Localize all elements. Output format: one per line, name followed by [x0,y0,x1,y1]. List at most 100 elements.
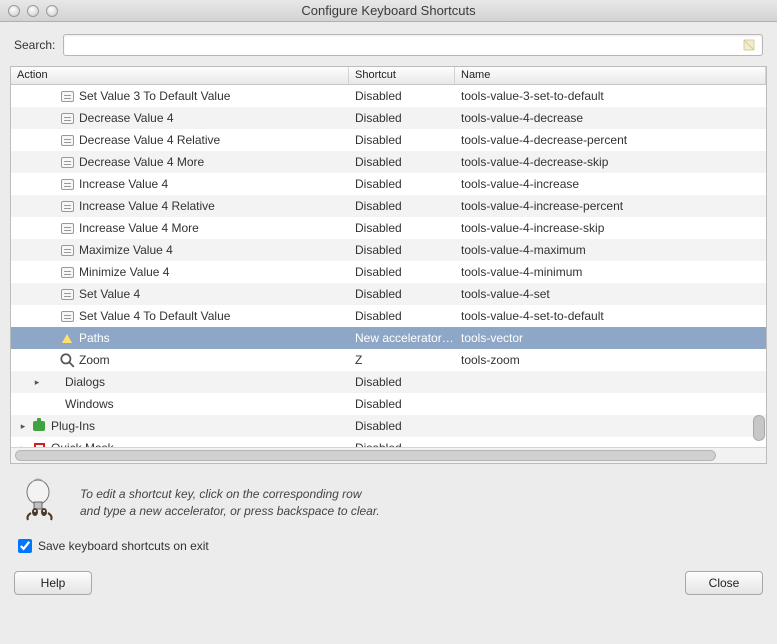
action-label: Dialogs [65,375,105,389]
table-row[interactable]: Decrease Value 4Disabledtools-value-4-de… [11,107,766,129]
cell-shortcut[interactable]: Disabled [349,111,455,125]
titlebar: Configure Keyboard Shortcuts [0,0,777,22]
save-row: Save keyboard shortcuts on exit [0,533,777,565]
table-row[interactable]: ZoomZtools-zoom [11,349,766,371]
cell-action[interactable]: Maximize Value 4 [11,242,349,258]
action-label: Decrease Value 4 [79,111,174,125]
action-label: Increase Value 4 More [79,221,199,235]
cell-action[interactable]: Windows [11,396,349,412]
action-label: Increase Value 4 [79,177,168,191]
cell-shortcut[interactable]: New accelerator… [349,331,455,345]
cell-action[interactable]: Decrease Value 4 More [11,154,349,170]
cell-action[interactable]: Set Value 4 [11,286,349,302]
cell-shortcut[interactable]: Disabled [349,243,455,257]
table-row[interactable]: Windows Disabled [11,393,766,415]
blank-icon [45,374,61,390]
cell-action[interactable]: Minimize Value 4 [11,264,349,280]
action-label: Windows [65,397,114,411]
horizontal-scroll-thumb[interactable] [15,450,716,461]
table-row[interactable]: ▸Quick MaskDisabled [11,437,766,447]
action-label: Decrease Value 4 More [79,155,204,169]
cell-action[interactable]: Set Value 3 To Default Value [11,88,349,104]
cell-action[interactable]: Decrease Value 4 [11,110,349,126]
table-row[interactable]: Minimize Value 4Disabledtools-value-4-mi… [11,261,766,283]
table-body[interactable]: Set Value 3 To Default ValueDisabledtool… [11,85,766,447]
cell-action[interactable]: ▸Quick Mask [11,440,349,447]
cell-action[interactable]: ▸Plug-Ins [11,418,349,434]
table-row[interactable]: ▸ Dialogs Disabled [11,371,766,393]
cell-shortcut[interactable]: Z [349,353,455,367]
save-on-exit-checkbox[interactable] [18,539,32,553]
clear-search-icon[interactable] [743,38,757,52]
cell-shortcut[interactable]: Disabled [349,221,455,235]
column-header-name[interactable]: Name [455,67,766,84]
action-label: Set Value 4 To Default Value [79,309,230,323]
cell-shortcut[interactable]: Disabled [349,177,455,191]
keyboard-icon [59,132,75,148]
vertical-scrollbar[interactable] [752,85,766,447]
action-label: Maximize Value 4 [79,243,173,257]
horizontal-scrollbar[interactable] [11,447,766,463]
minimize-window-icon[interactable] [27,5,39,17]
vertical-scroll-thumb[interactable] [753,415,765,441]
save-on-exit-label[interactable]: Save keyboard shortcuts on exit [38,539,209,553]
quick-mask-icon [31,440,47,447]
cell-shortcut[interactable]: Disabled [349,397,455,411]
table-row[interactable]: Set Value 3 To Default ValueDisabledtool… [11,85,766,107]
cell-shortcut[interactable]: Disabled [349,309,455,323]
cell-name: tools-value-4-decrease-percent [455,133,766,147]
cell-shortcut[interactable]: Disabled [349,265,455,279]
table-row[interactable]: Set Value 4 Disabledtools-value-4-set [11,283,766,305]
column-header-action[interactable]: Action [11,67,349,84]
table-row[interactable]: Decrease Value 4 MoreDisabledtools-value… [11,151,766,173]
column-header-shortcut[interactable]: Shortcut [349,67,455,84]
cell-name: tools-value-4-set [455,287,766,301]
action-label: Set Value 4 [79,287,140,301]
search-input[interactable] [63,34,763,56]
cell-shortcut[interactable]: Disabled [349,155,455,169]
table-row[interactable]: Increase Value 4 More Disabledtools-value… [11,217,766,239]
cell-action[interactable]: Increase Value 4 Relative [11,198,349,214]
cell-action[interactable]: Decrease Value 4 Relative [11,132,349,148]
expander-icon[interactable]: ▸ [31,377,43,388]
zoom-window-icon[interactable] [46,5,58,17]
action-label: Minimize Value 4 [79,265,169,279]
table-header: Action Shortcut Name [11,67,766,85]
cell-action[interactable]: ▸ Dialogs [11,374,349,390]
hint-row: To edit a shortcut key, click on the cor… [0,464,777,533]
keyboard-icon [59,286,75,302]
cell-action[interactable]: Paths [11,330,349,346]
table-row[interactable]: Maximize Value 4Disabledtools-value-4-ma… [11,239,766,261]
close-window-icon[interactable] [8,5,20,17]
cell-name: tools-value-3-set-to-default [455,89,766,103]
expander-icon[interactable]: ▸ [17,421,29,432]
cell-action[interactable]: Zoom [11,352,349,368]
cell-shortcut[interactable]: Disabled [349,419,455,433]
help-button[interactable]: Help [14,571,92,595]
window-title: Configure Keyboard Shortcuts [0,3,777,18]
cell-shortcut[interactable]: Disabled [349,287,455,301]
table-row[interactable]: ▸Plug-InsDisabled [11,415,766,437]
cell-action[interactable]: Set Value 4 To Default Value [11,308,349,324]
paths-tool-icon [59,330,75,346]
cell-action[interactable]: Increase Value 4 [11,176,349,192]
cell-action[interactable]: Increase Value 4 More [11,220,349,236]
table-row[interactable]: Decrease Value 4 RelativeDisabledtools-v… [11,129,766,151]
search-row: Search: [0,22,777,66]
close-button[interactable]: Close [685,571,763,595]
cell-shortcut[interactable]: Disabled [349,199,455,213]
table-row[interactable]: Increase Value 4Disabledtools-value-4-in… [11,173,766,195]
keyboard-icon [59,264,75,280]
table-row[interactable]: Increase Value 4 RelativeDisabledtools-v… [11,195,766,217]
cell-shortcut[interactable]: Disabled [349,133,455,147]
search-label: Search: [14,38,55,52]
cell-name: tools-value-4-set-to-default [455,309,766,323]
table-row[interactable]: PathsNew accelerator…tools-vector [11,327,766,349]
keyboard-icon [59,198,75,214]
cell-name: tools-value-4-increase-skip [455,221,766,235]
hint-line-2: and type a new accelerator, or press bac… [80,503,380,519]
keyboard-icon [59,220,75,236]
cell-shortcut[interactable]: Disabled [349,89,455,103]
cell-shortcut[interactable]: Disabled [349,375,455,389]
table-row[interactable]: Set Value 4 To Default Value Disabledtool… [11,305,766,327]
